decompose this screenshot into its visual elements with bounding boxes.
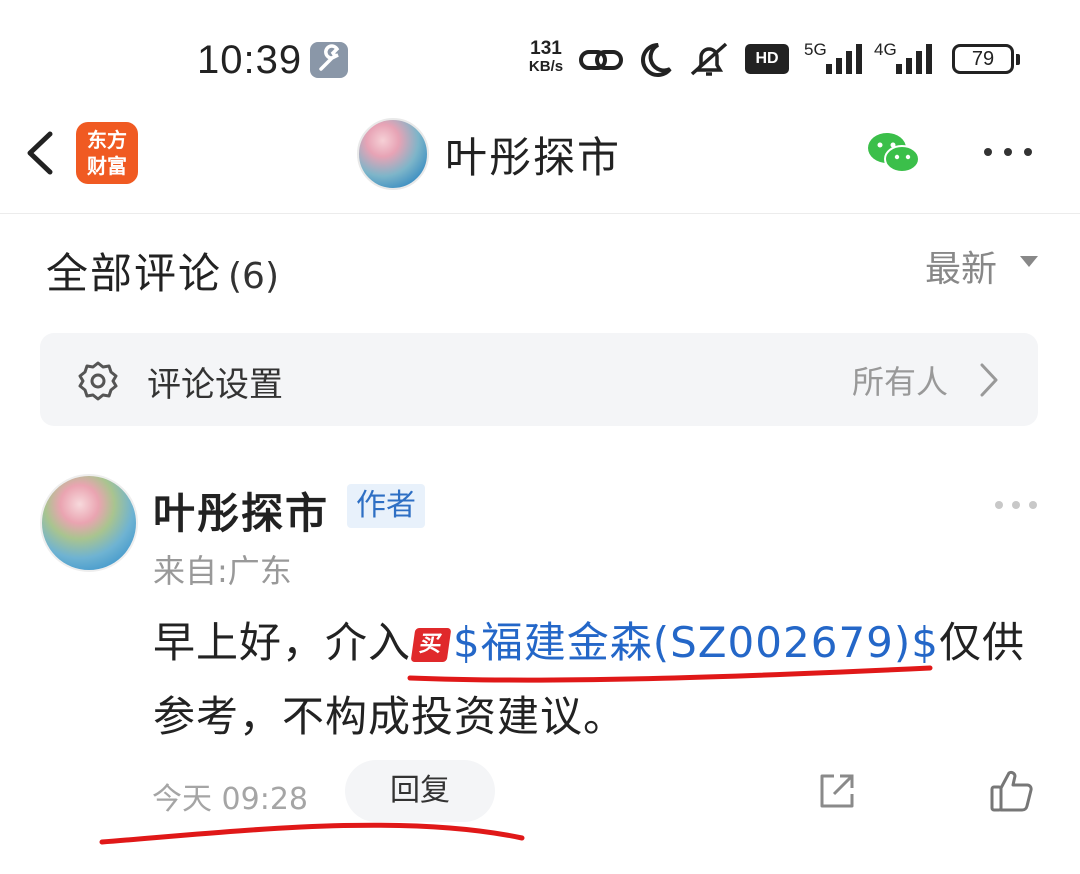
- share-icon[interactable]: [816, 770, 858, 812]
- app-logo[interactable]: 东方 财富: [76, 122, 138, 184]
- comments-title-label: 全部评论: [46, 249, 223, 298]
- battery-icon: 79: [952, 44, 1020, 74]
- more-options-icon[interactable]: [980, 140, 1036, 164]
- comment-more-icon[interactable]: [993, 496, 1039, 514]
- mute-icon: [690, 42, 728, 76]
- app-logo-line2: 财富: [87, 154, 127, 178]
- app-logo-line1: 东方: [87, 128, 127, 152]
- sort-dropdown[interactable]: 最新: [925, 240, 997, 292]
- signal-icon: [896, 44, 932, 74]
- back-arrow-icon[interactable]: [20, 128, 60, 178]
- page-title[interactable]: 叶彤探市: [445, 124, 621, 185]
- buy-marker-icon: 买: [410, 628, 452, 662]
- comment-settings-row[interactable]: 评论设置 所有人: [40, 333, 1038, 426]
- comments-count: (6): [228, 256, 280, 297]
- comment-author[interactable]: 叶彤探市: [153, 480, 329, 541]
- avatar[interactable]: [40, 474, 138, 572]
- comment-location: 来自:广东: [153, 552, 292, 590]
- gear-icon: [78, 361, 118, 401]
- avatar[interactable]: [357, 118, 429, 190]
- author-badge: 作者: [347, 484, 425, 528]
- chevron-right-icon: [980, 363, 998, 397]
- net-speed-value: 131: [530, 38, 562, 59]
- signal-icon: [826, 44, 862, 74]
- net-speed: 131 KB/s: [520, 38, 572, 76]
- settings-label: 评论设置: [147, 365, 283, 405]
- net-speed-unit: KB/s: [528, 58, 564, 75]
- thumbs-up-icon[interactable]: [988, 768, 1034, 814]
- top-nav-bar: 东方 财富 叶彤探市: [0, 110, 1080, 214]
- status-time: 10:39: [197, 38, 303, 82]
- moon-icon: [641, 43, 672, 77]
- wechat-icon[interactable]: [866, 130, 922, 176]
- wrench-icon: [310, 42, 348, 78]
- comment-time: 今天 09:28: [152, 782, 308, 817]
- reply-button[interactable]: 回复: [345, 760, 495, 822]
- comment-text-before: 早上好，介入: [153, 618, 412, 667]
- status-bar: 10:39 131 KB/s HD 5G 4G 79: [0, 0, 1080, 110]
- settings-value: 所有人: [852, 363, 949, 401]
- comments-section-title: 全部评论 (6): [46, 240, 279, 301]
- hd-icon: HD: [745, 44, 789, 74]
- link-icon: [579, 50, 623, 70]
- comment-text: 早上好，介入买 $福建金森(SZ002679)$仅供参考，不构成投资建议。: [153, 606, 1033, 754]
- triangle-down-icon[interactable]: [1020, 256, 1038, 267]
- stock-link[interactable]: $福建金森(SZ002679)$: [453, 618, 939, 667]
